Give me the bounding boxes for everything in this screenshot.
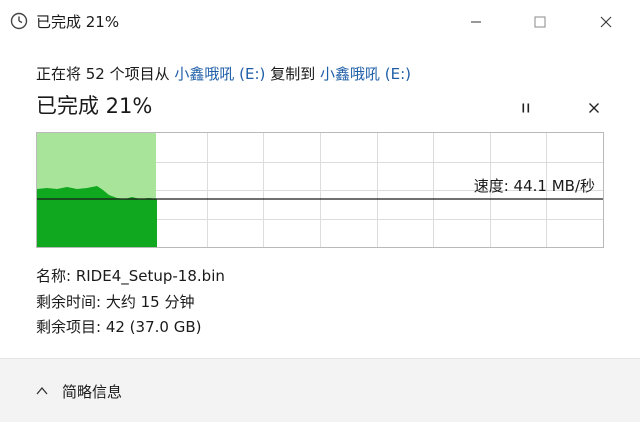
less-details-label: 简略信息 xyxy=(62,382,123,401)
chevron-up-icon xyxy=(36,382,48,400)
maximize-button[interactable] xyxy=(508,0,572,44)
copy-progress-icon xyxy=(10,12,28,30)
file-name: 名称: RIDE4_Setup-18.bin xyxy=(36,267,225,285)
close-window-button[interactable] xyxy=(574,0,638,44)
less-details-toggle[interactable]: 简略信息 xyxy=(36,379,122,403)
pause-icon xyxy=(520,99,532,118)
items-remaining: 剩余项目: 42 (37.0 GB) xyxy=(36,318,202,336)
time-remaining: 剩余时间: 大约 15 分钟 xyxy=(36,293,195,311)
footer: 简略信息 xyxy=(0,358,640,422)
cancel-button[interactable] xyxy=(580,96,608,120)
minimize-button[interactable] xyxy=(444,0,508,44)
speed-label: 速度: 44.1 MB/秒 xyxy=(473,177,595,195)
description-prefix: 正在将 52 个项目从 xyxy=(36,65,175,83)
description-middle: 复制到 xyxy=(265,65,320,83)
title-bar: 已完成 21% xyxy=(0,0,640,44)
speed-graph: 速度: 44.1 MB/秒 xyxy=(36,132,604,248)
window-title: 已完成 21% xyxy=(36,13,120,31)
cancel-icon xyxy=(588,99,600,118)
maximize-icon xyxy=(534,13,546,32)
destination-link[interactable]: 小鑫哦吼 (E:) xyxy=(320,65,411,83)
source-link[interactable]: 小鑫哦吼 (E:) xyxy=(174,65,265,83)
close-icon xyxy=(600,13,612,32)
copy-description: 正在将 52 个项目从 小鑫哦吼 (E:) 复制到 小鑫哦吼 (E:) xyxy=(36,64,411,84)
progress-title: 已完成 21% xyxy=(36,94,153,118)
minimize-icon xyxy=(470,13,482,32)
pause-button[interactable] xyxy=(512,96,540,120)
